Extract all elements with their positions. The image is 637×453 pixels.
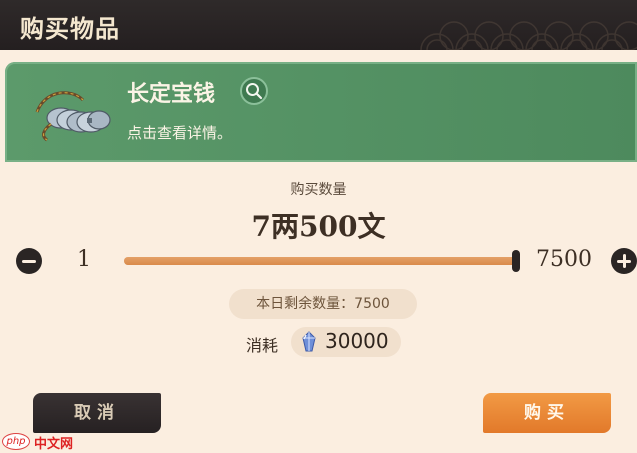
quantity-value: 7两500文 [251,210,386,243]
slider-max-value: 7500 [536,247,592,272]
cost-value: 30000 [325,329,389,353]
watermark-logo: php [2,433,30,450]
item-card[interactable]: 长定宝钱 点击查看详情。 [5,62,637,162]
buy-button[interactable]: 购买 [483,393,611,433]
increase-button[interactable] [611,248,637,274]
cost-display: 30000 [291,327,401,357]
search-icon[interactable] [240,77,268,105]
gem-icon [302,331,316,352]
slider-min-value: 1 [77,247,91,272]
cancel-button[interactable]: 取消 [33,393,161,433]
slider-handle[interactable] [512,250,520,272]
coin-string-icon [35,91,111,142]
slider-fill [124,257,520,265]
item-description[interactable]: 点击查看详情。 [127,122,232,143]
quantity-slider[interactable] [124,250,520,272]
plus-icon-vertical [622,254,626,268]
decrease-button[interactable] [16,248,42,274]
cost-label: 消耗 [246,336,279,355]
item-name: 长定宝钱 [127,81,216,107]
quantity-label: 购买数量 [290,182,347,198]
minus-icon [22,259,36,263]
remaining-quantity: 本日剩余数量：7500 [229,289,417,319]
title-bar: 购买物品 [0,0,637,50]
dialog-title: 购买物品 [20,14,120,43]
watermark-text: 中文网 [34,437,74,452]
cloud-pattern-decoration [420,21,637,50]
